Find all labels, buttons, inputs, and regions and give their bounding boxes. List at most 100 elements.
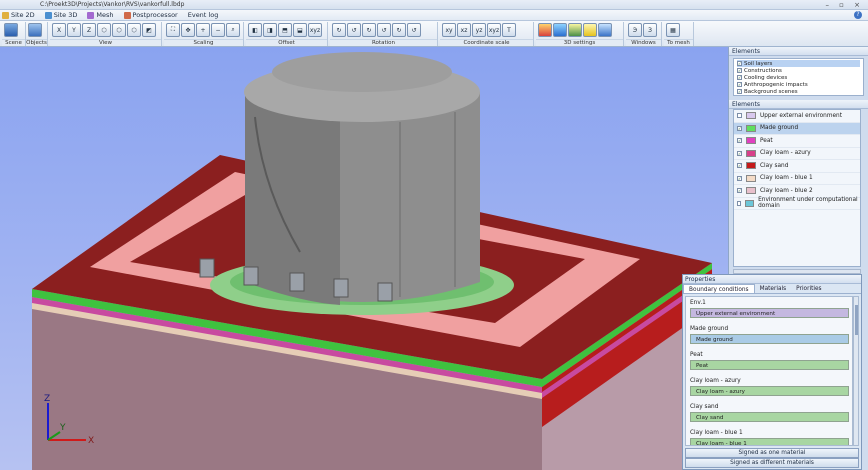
rotate-4-icon[interactable]: ↺ (377, 23, 391, 37)
site-3d-icon (44, 11, 52, 19)
view-iso2-icon[interactable]: ⬡ (112, 23, 126, 37)
window-title: C:\Proekt3D\Projects\Vankor\RVS\vankorfu… (40, 1, 185, 8)
view-y-icon[interactable]: Y (67, 23, 81, 37)
move-down-icon[interactable]: ⬓ (293, 23, 307, 37)
menu-event-log[interactable]: Event log (188, 11, 219, 19)
rotate-3-icon[interactable]: ↻ (362, 23, 376, 37)
bulb-icon[interactable] (583, 23, 597, 37)
checkbox[interactable]: ✓ (737, 175, 742, 181)
group-label: Coordinate scale (440, 39, 533, 46)
move-left-icon[interactable]: ◧ (248, 23, 262, 37)
property-value-select[interactable]: Clay loam - azury (690, 386, 849, 396)
move-right-icon[interactable]: ◨ (263, 23, 277, 37)
checkbox[interactable]: ✓ (737, 61, 742, 66)
window-controls[interactable]: – ▫ × (825, 1, 864, 9)
rotate-6-icon[interactable]: ↺ (407, 23, 421, 37)
property-value-select[interactable]: Peat (690, 360, 849, 370)
menu-site-3d[interactable]: Site 3D (44, 11, 77, 19)
checkbox[interactable]: ✓ (737, 125, 742, 131)
scale-xyz-icon[interactable]: xyz (487, 23, 501, 37)
menu-postprocessor[interactable]: Postprocessor (123, 11, 178, 19)
property-value-select[interactable]: Clay sand (690, 412, 849, 422)
element-row[interactable]: ✓ Clay sand (734, 160, 860, 173)
checkbox[interactable]: ✓ (737, 68, 742, 73)
scale-yz-icon[interactable]: yz (472, 23, 486, 37)
viewport-3d[interactable]: Z X Y (0, 47, 728, 470)
zoom-selection-icon[interactable]: ⌕ (226, 23, 240, 37)
light-icon[interactable] (568, 23, 582, 37)
checkbox[interactable]: ✓ (737, 150, 742, 156)
objects-icon[interactable] (28, 23, 42, 37)
element-row[interactable]: Upper external environment (734, 110, 860, 123)
checkbox[interactable]: ✓ (737, 89, 742, 94)
menu-label: Mesh (96, 11, 114, 19)
properties-title: Properties (683, 275, 861, 284)
color-swatch (745, 199, 755, 207)
element-label: Environment under computational domain (758, 197, 858, 210)
scale-text-icon[interactable]: T (502, 23, 516, 37)
scene-icon[interactable] (4, 23, 18, 37)
checkbox[interactable] (737, 200, 742, 206)
checkbox[interactable]: ✓ (737, 75, 742, 80)
palette-icon[interactable] (538, 23, 552, 37)
checkbox[interactable] (737, 113, 742, 119)
signed-as-one-material-button[interactable]: Signed as one material (685, 448, 859, 458)
fit-icon[interactable]: ⛶ (166, 23, 180, 37)
window-3-icon[interactable]: З (643, 23, 657, 37)
checkbox[interactable]: ✓ (737, 163, 742, 169)
zoom-in-icon[interactable]: + (196, 23, 210, 37)
view-z-icon[interactable]: Z (82, 23, 96, 37)
move-xyz-icon[interactable]: xyz (308, 23, 322, 37)
layer-item[interactable]: ✓ Anthropogenic impacts (737, 81, 860, 88)
view-iso1-icon[interactable]: ⬡ (97, 23, 111, 37)
rotate-1-icon[interactable]: ↻ (332, 23, 346, 37)
view-iso3-icon[interactable]: ⬡ (127, 23, 141, 37)
scale-xy-icon[interactable]: xy (442, 23, 456, 37)
cube-icon[interactable] (598, 23, 612, 37)
tab-boundary-conditions[interactable]: Boundary conditions (683, 284, 755, 293)
menu-site-2d[interactable]: Site 2D (2, 11, 35, 19)
group-label: Objects (26, 39, 47, 46)
element-row[interactable]: ✓ Made ground (734, 122, 860, 135)
checkbox[interactable]: ✓ (737, 138, 742, 144)
color-swatch (746, 162, 756, 170)
rotate-5-icon[interactable]: ↻ (392, 23, 406, 37)
layer-item[interactable]: ✓ Soil layers (737, 60, 860, 67)
element-row[interactable]: ✓ Clay loam - blue 2 (734, 185, 860, 198)
property-value-select[interactable]: Clay loam - blue 1 (690, 438, 849, 445)
element-row[interactable]: ✓ Clay loam - azury (734, 148, 860, 160)
element-row[interactable]: ✓ Clay loam - blue 1 (734, 173, 860, 185)
checkbox[interactable]: ✓ (737, 188, 742, 194)
element-row[interactable]: Environment under computational domain (734, 197, 860, 210)
menu-mesh[interactable]: Mesh (87, 11, 114, 19)
layer-item[interactable]: ✓ Constructions (737, 67, 860, 74)
element-row[interactable]: ✓ Peat (734, 135, 860, 148)
scene-canvas[interactable]: Z X Y (0, 47, 728, 470)
view-x-icon[interactable]: X (52, 23, 66, 37)
properties-scrollbar[interactable] (853, 296, 859, 446)
property-entry: Clay loam - azury Clay loam - azury (686, 375, 852, 401)
window-e-icon[interactable]: Э (628, 23, 642, 37)
checkbox[interactable]: ✓ (737, 82, 742, 87)
tab-priorities[interactable]: Priorities (791, 284, 826, 293)
move-up-icon[interactable]: ⬒ (278, 23, 292, 37)
signed-as-different-materials-button[interactable]: Signed as different materials (685, 458, 859, 468)
scale-xz-icon[interactable]: xz (457, 23, 471, 37)
property-entry: Env.1 Upper external environment (686, 297, 852, 323)
view-perspective-icon[interactable]: ◩ (142, 23, 156, 37)
property-value-select[interactable]: Made ground (690, 334, 849, 344)
property-value-select[interactable]: Upper external environment (690, 308, 849, 318)
scrollbar-thumb[interactable] (855, 305, 858, 335)
layers-icon[interactable] (553, 23, 567, 37)
layer-item[interactable]: ✓ Cooling devices (737, 74, 860, 81)
axis-x-label: X (88, 436, 94, 446)
grid-icon[interactable]: ▦ (666, 23, 680, 37)
rotate-2-icon[interactable]: ↺ (347, 23, 361, 37)
zoom-out-icon[interactable]: − (211, 23, 225, 37)
tab-materials[interactable]: Materials (755, 284, 792, 293)
pan-icon[interactable]: ✥ (181, 23, 195, 37)
layer-item[interactable]: ✓ Background scenes (737, 88, 860, 95)
help-icon[interactable]: ? (854, 11, 862, 19)
group-scene: Scene (2, 22, 26, 46)
group-label: Scene (2, 39, 25, 46)
